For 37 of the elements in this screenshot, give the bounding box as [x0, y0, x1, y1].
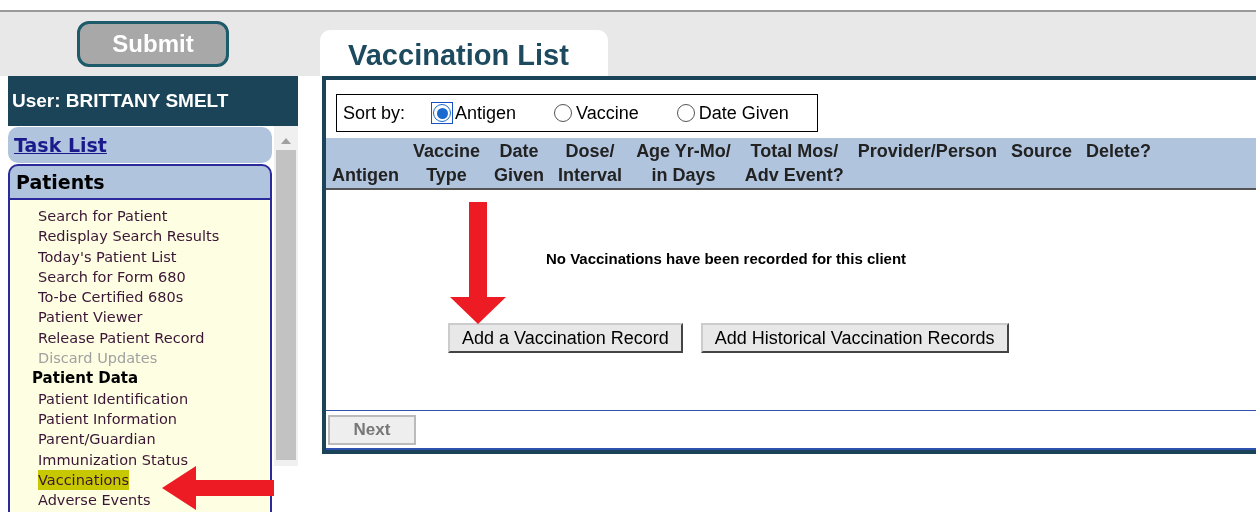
- column-header: Vaccine Type: [413, 140, 481, 187]
- add-record-button[interactable]: Add Historical Vaccination Records: [700, 322, 1009, 353]
- sort-radio[interactable]: Vaccine: [552, 99, 639, 127]
- column-header: Antigen: [332, 164, 399, 187]
- sidebar-item[interactable]: Redisplay Search Results: [38, 226, 220, 247]
- sort-radio[interactable]: Antigen: [431, 99, 517, 127]
- sidebar-item[interactable]: Search for Form 680: [38, 266, 186, 288]
- page-tab[interactable]: Vaccination List: [320, 30, 608, 76]
- scroll-up-icon[interactable]: [281, 138, 291, 144]
- sidebar-heading: Patient Data: [31, 368, 140, 389]
- task-list-link[interactable]: Task List: [8, 127, 272, 163]
- sidebar-item[interactable]: Vaccinations: [38, 469, 130, 491]
- sort-label: Sort by:: [343, 101, 406, 125]
- sidebar-item[interactable]: Patient Identification: [38, 388, 189, 409]
- add-record-button[interactable]: Add a Vaccination Record: [448, 322, 683, 353]
- sidebar-item[interactable]: Parent/Guardian: [38, 429, 156, 450]
- column-header: Dose/ Interval: [558, 140, 623, 187]
- column-header: Delete?: [1085, 140, 1151, 163]
- sidebar-item[interactable]: Search for Patient: [38, 206, 168, 227]
- user-header: User: BRITTANY SMELT: [8, 76, 298, 126]
- sidebar-item[interactable]: Patient Viewer: [38, 307, 143, 328]
- sidebar-item[interactable]: Adverse Events: [38, 490, 151, 511]
- patients-section[interactable]: Patients: [8, 164, 272, 200]
- sort-radio[interactable]: Date Given: [674, 99, 789, 127]
- sidebar-item[interactable]: Immunization Status: [38, 449, 189, 470]
- column-header: Provider/Person: [857, 140, 997, 163]
- column-header: Total Mos/ Adv Event?: [744, 140, 844, 187]
- column-header: Age Yr-Mo/ in Days: [636, 140, 731, 187]
- empty-message: No Vaccinations have been recorded for this client: [546, 249, 908, 269]
- column-header: Source: [1010, 140, 1072, 163]
- sidebar-item[interactable]: Today's Patient List: [38, 246, 177, 267]
- sidebar-item[interactable]: Release Patient Record: [38, 327, 205, 349]
- scroll-thumb[interactable]: [276, 150, 296, 460]
- column-header: Date Given: [494, 140, 545, 187]
- sidebar-item[interactable]: Patient Information: [38, 408, 178, 430]
- sidebar-item[interactable]: To-be Certified 680s: [38, 287, 184, 308]
- scrollbar[interactable]: [274, 126, 298, 466]
